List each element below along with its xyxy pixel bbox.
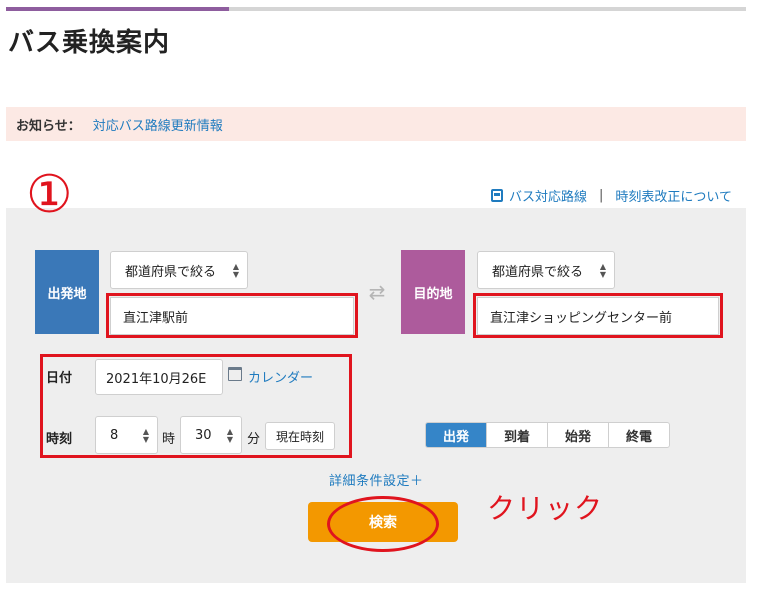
select-arrows-icon: ▲ ▼: [142, 427, 149, 444]
current-time-button[interactable]: 現在時刻: [265, 422, 335, 450]
swap-arrows-icon[interactable]: ⇄: [365, 282, 389, 302]
bus-routes-link[interactable]: バス対応路線: [509, 186, 587, 205]
click-annotation: クリック: [487, 492, 604, 525]
time-type-segmented-control: 出発 到着 始発 終電: [425, 422, 670, 448]
notice-label: お知らせ：: [16, 118, 81, 134]
destination-prefecture-select-label: 都道府県で絞る: [492, 264, 584, 280]
time-type-first-train[interactable]: 始発: [547, 423, 608, 447]
minute-value: 30: [195, 427, 212, 443]
date-input[interactable]: 2021年10月26E: [95, 359, 223, 395]
top-tab-bar: [6, 7, 746, 11]
minute-unit: 分: [247, 432, 261, 447]
origin-highlight-box: [106, 293, 358, 338]
notice-bar: お知らせ： 対応バス路線更新情報: [6, 107, 746, 141]
notice-link[interactable]: 対応バス路線更新情報: [93, 115, 223, 134]
date-label: 日付: [46, 371, 73, 386]
detail-settings-link[interactable]: 詳細条件設定＋: [329, 470, 424, 489]
time-type-departure[interactable]: 出発: [426, 423, 486, 447]
step-number-annotation: ①: [26, 165, 73, 225]
destination-label: 目的地: [401, 250, 465, 334]
top-tab-bar-active: [6, 7, 229, 11]
time-type-arrival[interactable]: 到着: [486, 423, 547, 447]
hour-unit: 時: [162, 432, 176, 447]
top-links: バス対応路線 | 時刻表改正について: [490, 186, 732, 205]
hour-value: 8: [110, 427, 119, 443]
origin-prefecture-select[interactable]: 都道府県で絞る ▲ ▼: [110, 251, 248, 289]
page-title: バス乗換案内: [8, 28, 171, 58]
hour-select[interactable]: 8 ▲ ▼: [95, 416, 158, 454]
bus-icon: [490, 189, 503, 202]
time-type-last-train[interactable]: 終電: [608, 423, 669, 447]
calendar-link[interactable]: カレンダー: [248, 367, 313, 386]
destination-highlight-box: [473, 293, 723, 338]
search-highlight-ellipse: [327, 496, 439, 552]
timetable-revision-link[interactable]: 時刻表改正について: [615, 186, 732, 205]
time-label: 時刻: [46, 432, 73, 447]
origin-label: 出発地: [35, 250, 99, 334]
select-arrows-icon: ▲ ▼: [599, 262, 606, 279]
minute-select[interactable]: 30 ▲ ▼: [180, 416, 242, 454]
origin-prefecture-select-label: 都道府県で絞る: [125, 264, 217, 280]
destination-prefecture-select[interactable]: 都道府県で絞る ▲ ▼: [477, 251, 615, 289]
calendar-icon[interactable]: [228, 367, 242, 381]
select-arrows-icon: ▲ ▼: [232, 262, 239, 279]
select-arrows-icon: ▲ ▼: [226, 427, 233, 444]
link-separator: |: [598, 188, 604, 203]
